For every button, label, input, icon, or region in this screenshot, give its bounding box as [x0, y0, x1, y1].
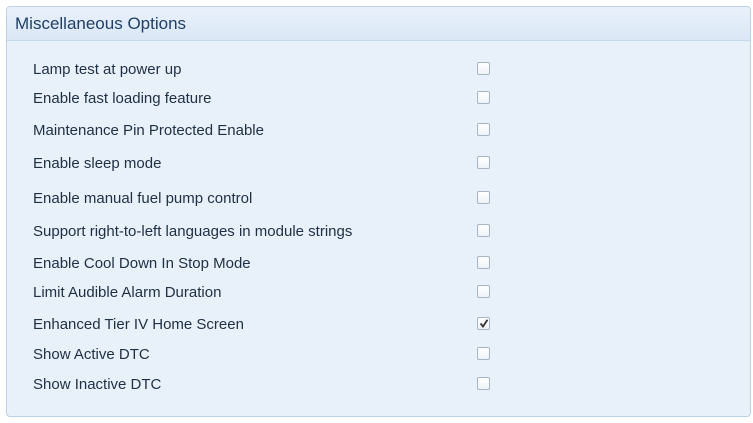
lamp-test-at-power-up-checkbox[interactable]	[477, 62, 490, 75]
panel-header: Miscellaneous Options	[7, 7, 750, 41]
enable-sleep-mode-checkbox[interactable]	[477, 156, 490, 169]
show-active-dtc-checkbox[interactable]	[477, 347, 490, 360]
option-label: Enable sleep mode	[33, 155, 162, 172]
option-row-enable-fast-loading-feature: Enable fast loading feature	[7, 86, 527, 112]
panel-title: Miscellaneous Options	[15, 14, 187, 33]
limit-audible-alarm-duration-checkbox[interactable]	[477, 285, 490, 298]
option-label: Support right-to-left languages in modul…	[33, 223, 353, 240]
option-row-limit-audible-alarm-duration: Limit Audible Alarm Duration	[7, 280, 527, 306]
option-row-show-active-dtc: Show Active DTC	[7, 342, 527, 368]
option-row-enable-cool-down-in-stop-mode: Enable Cool Down In Stop Mode	[7, 251, 527, 277]
enable-cool-down-in-stop-mode-checkbox[interactable]	[477, 256, 490, 269]
option-label: Limit Audible Alarm Duration	[33, 284, 222, 301]
option-row-lamp-test-at-power-up: Lamp test at power up	[7, 57, 527, 83]
option-label: Maintenance Pin Protected Enable	[33, 122, 264, 139]
option-label: Enable Cool Down In Stop Mode	[33, 255, 251, 272]
checkmark-icon	[480, 319, 488, 328]
option-row-maintenance-pin-protected-enable: Maintenance Pin Protected Enable	[7, 118, 527, 144]
option-row-enhanced-tier-iv-home-screen: Enhanced Tier IV Home Screen	[7, 312, 527, 338]
enhanced-tier-iv-home-screen-checkbox[interactable]	[477, 317, 490, 330]
enable-manual-fuel-pump-control-checkbox[interactable]	[477, 191, 490, 204]
option-label: Show Inactive DTC	[33, 376, 162, 393]
option-row-show-inactive-dtc: Show Inactive DTC	[7, 372, 527, 398]
miscellaneous-options-panel: Miscellaneous Options Lamp test at power…	[6, 6, 751, 417]
option-label: Enable fast loading feature	[33, 90, 212, 107]
show-inactive-dtc-checkbox[interactable]	[477, 377, 490, 390]
option-label: Lamp test at power up	[33, 61, 182, 78]
enable-fast-loading-feature-checkbox[interactable]	[477, 91, 490, 104]
option-row-support-right-to-left-languages: Support right-to-left languages in modul…	[7, 219, 527, 245]
support-right-to-left-languages-checkbox[interactable]	[477, 224, 490, 237]
option-row-enable-sleep-mode: Enable sleep mode	[7, 151, 527, 177]
option-label: Enhanced Tier IV Home Screen	[33, 316, 244, 333]
maintenance-pin-protected-enable-checkbox[interactable]	[477, 123, 490, 136]
option-row-enable-manual-fuel-pump-control: Enable manual fuel pump control	[7, 186, 527, 212]
option-label: Enable manual fuel pump control	[33, 190, 253, 207]
option-label: Show Active DTC	[33, 346, 150, 363]
